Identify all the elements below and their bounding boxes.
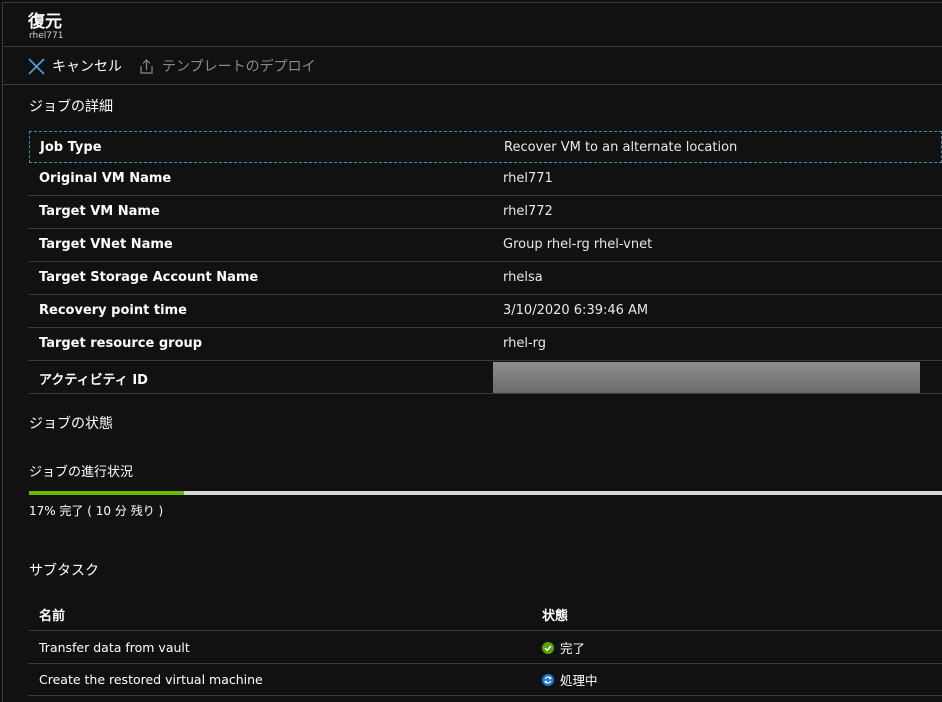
progress-bar-fill (29, 491, 185, 495)
detail-row-recovery-point: Recovery point time 3/10/2020 6:39:46 AM (29, 295, 942, 328)
detail-row-target-vnet: Target VNet Name Group rhel-rg rhel-vnet (29, 229, 942, 262)
detail-row-target-storage: Target Storage Account Name rhelsa (29, 262, 942, 295)
detail-key: Target VM Name (39, 204, 160, 219)
job-status-heading: ジョブの状態 (29, 416, 113, 432)
redacted-activity-id (493, 362, 920, 393)
close-icon (28, 57, 45, 75)
page-subtitle: rhel771 (29, 31, 64, 41)
detail-value: rhelsa (503, 270, 543, 285)
table-row: Create the restored virtual machine 処理中 (29, 663, 942, 696)
detail-key: Target resource group (39, 336, 203, 351)
column-header-name: 名前 (39, 609, 66, 624)
subtask-name: Create the restored virtual machine (39, 672, 263, 687)
detail-value: rhel772 (503, 204, 553, 219)
job-progress-heading: ジョブの進行状況 (29, 465, 134, 480)
deploy-template-button[interactable]: テンプレートのデプロイ (138, 56, 316, 76)
toolbar: キャンセル テンプレートのデプロイ (28, 55, 332, 77)
subtask-status-label: 処理中 (560, 673, 598, 688)
detail-value: 3/10/2020 6:39:46 AM (503, 303, 649, 318)
detail-key: Original VM Name (39, 171, 172, 186)
cancel-button[interactable]: キャンセル (28, 56, 122, 76)
deploy-template-label: テンプレートのデプロイ (162, 59, 316, 75)
detail-row-resource-group: Target resource group rhel-rg (29, 328, 942, 361)
subtask-status: 完了 (542, 638, 585, 657)
detail-key: Target VNet Name (39, 237, 173, 252)
upload-icon (140, 58, 153, 74)
detail-value: Group rhel-rg rhel-vnet (503, 237, 653, 252)
sync-icon (542, 673, 554, 686)
detail-row-target-vm: Target VM Name rhel772 (29, 196, 942, 229)
divider (3, 84, 942, 85)
detail-row-original-vm: Original VM Name rhel771 (29, 163, 942, 196)
detail-key: Job Type (40, 140, 102, 155)
page-title: 復元 (28, 12, 62, 32)
detail-key: Recovery point time (39, 303, 187, 318)
progress-bar (29, 491, 942, 495)
detail-row-job-type[interactable]: Job Type Recover VM to an alternate loca… (29, 131, 942, 163)
subtasks-header: 名前 状態 (29, 598, 942, 631)
subtasks-heading: サブタスク (29, 563, 99, 579)
subtask-status: 処理中 (542, 670, 598, 689)
detail-key: アクティビティ ID (39, 373, 148, 388)
divider (3, 46, 942, 47)
subtask-name: Transfer data from vault (39, 640, 190, 655)
cancel-label: キャンセル (52, 59, 122, 75)
job-details-table: Job Type Recover VM to an alternate loca… (29, 131, 942, 394)
column-header-status: 状態 (542, 609, 569, 624)
detail-key: Target Storage Account Name (39, 270, 259, 285)
job-details-heading: ジョブの詳細 (29, 99, 113, 115)
table-row: Transfer data from vault 完了 (29, 631, 942, 664)
check-circle-icon (542, 641, 554, 654)
subtask-status-label: 完了 (560, 641, 586, 656)
detail-row-activity-id: アクティビティ ID (29, 361, 942, 394)
detail-value: Recover VM to an alternate location (504, 140, 738, 155)
detail-value: rhel-rg (503, 336, 547, 351)
detail-value: rhel771 (503, 171, 553, 186)
progress-text: 17% 完了 ( 10 分 残り ) (29, 504, 164, 518)
